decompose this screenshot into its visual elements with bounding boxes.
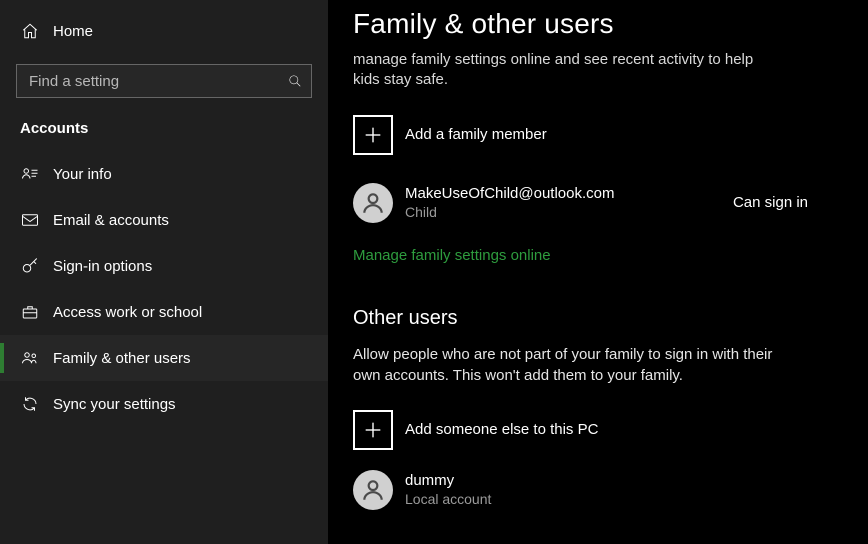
sidebar-item-sync-settings[interactable]: Sync your settings bbox=[0, 381, 328, 427]
briefcase-icon bbox=[20, 302, 40, 322]
member-email: MakeUseOfChild@outlook.com bbox=[405, 185, 614, 202]
plus-box bbox=[353, 115, 393, 155]
plus-icon bbox=[362, 124, 384, 146]
sidebar: Home Accounts Your info Email & accounts bbox=[0, 0, 328, 544]
search-input[interactable] bbox=[17, 65, 311, 97]
person-icon bbox=[360, 190, 386, 216]
sidebar-item-family-other-users[interactable]: Family & other users bbox=[0, 335, 328, 381]
sidebar-item-label: Your info bbox=[53, 166, 112, 183]
manage-family-settings-link[interactable]: Manage family settings online bbox=[353, 247, 551, 264]
add-family-label: Add a family member bbox=[405, 126, 547, 143]
sidebar-item-access-work-school[interactable]: Access work or school bbox=[0, 289, 328, 335]
sidebar-item-label: Email & accounts bbox=[53, 212, 169, 229]
home-icon bbox=[20, 21, 40, 41]
other-user-row[interactable]: dummy Local account bbox=[353, 470, 868, 510]
sidebar-item-label: Sign-in options bbox=[53, 258, 152, 275]
member-role: Child bbox=[405, 204, 614, 220]
people-icon bbox=[20, 348, 40, 368]
avatar bbox=[353, 470, 393, 510]
content-pane: Family & other users manage family setti… bbox=[328, 0, 868, 544]
mail-icon bbox=[20, 210, 40, 230]
sidebar-item-sign-in-options[interactable]: Sign-in options bbox=[0, 243, 328, 289]
sidebar-item-email-accounts[interactable]: Email & accounts bbox=[0, 197, 328, 243]
key-icon bbox=[20, 256, 40, 276]
person-card-icon bbox=[20, 164, 40, 184]
member-status: Can sign in bbox=[733, 194, 868, 211]
plus-box bbox=[353, 410, 393, 450]
other-users-header: Other users bbox=[353, 307, 868, 330]
search-box[interactable] bbox=[16, 64, 312, 98]
home-button[interactable]: Home bbox=[0, 10, 328, 52]
family-description: manage family settings online and see re… bbox=[353, 50, 783, 91]
add-other-user-button[interactable]: Add someone else to this PC bbox=[353, 410, 868, 450]
page-title: Family & other users bbox=[353, 0, 868, 40]
other-users-description: Allow people who are not part of your fa… bbox=[353, 344, 793, 386]
sidebar-item-label: Access work or school bbox=[53, 304, 202, 321]
category-header: Accounts bbox=[0, 98, 328, 151]
add-other-label: Add someone else to this PC bbox=[405, 421, 598, 438]
family-member-row[interactable]: MakeUseOfChild@outlook.com Child Can sig… bbox=[353, 183, 868, 223]
sidebar-item-label: Sync your settings bbox=[53, 396, 176, 413]
sidebar-item-label: Family & other users bbox=[53, 350, 191, 367]
other-user-name: dummy bbox=[405, 472, 491, 489]
other-user-type: Local account bbox=[405, 491, 491, 507]
search-icon bbox=[287, 73, 303, 89]
plus-icon bbox=[362, 419, 384, 441]
avatar bbox=[353, 183, 393, 223]
home-label: Home bbox=[53, 23, 93, 40]
sync-icon bbox=[20, 394, 40, 414]
sidebar-item-your-info[interactable]: Your info bbox=[0, 151, 328, 197]
add-family-member-button[interactable]: Add a family member bbox=[353, 115, 868, 155]
person-icon bbox=[360, 477, 386, 503]
